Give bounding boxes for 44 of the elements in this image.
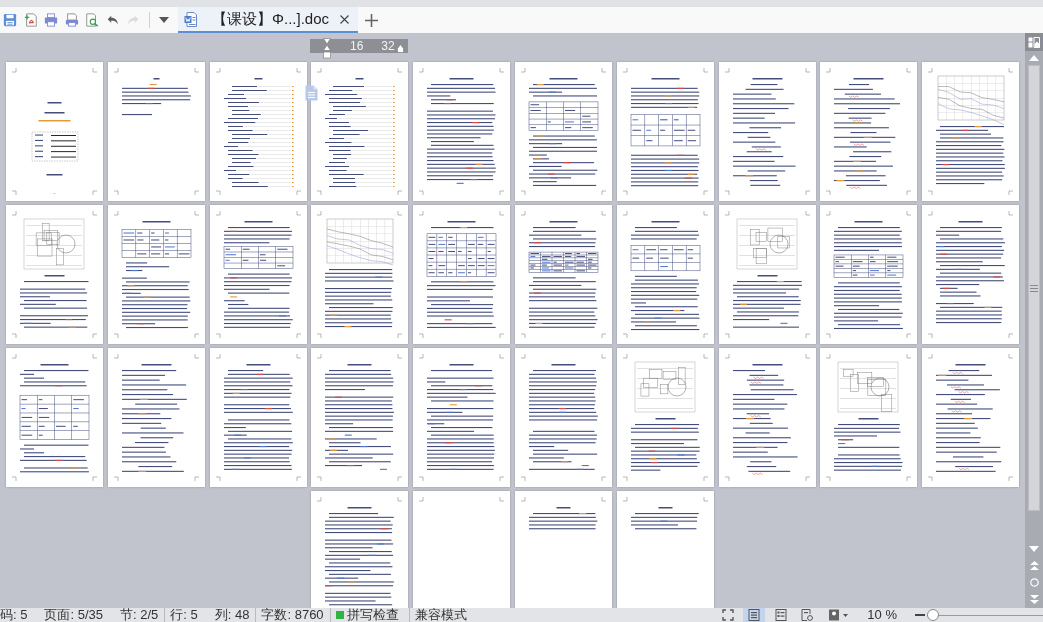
- undo-icon: [105, 13, 120, 27]
- view-toggle-button[interactable]: [1025, 33, 1043, 51]
- caret-down-icon: [1029, 545, 1039, 552]
- save-icon: [3, 13, 17, 27]
- status-field: 字数: 8760: [261, 608, 324, 622]
- slider-thumb[interactable]: [927, 609, 939, 621]
- export-icon: [23, 13, 38, 27]
- indent-marker-icon[interactable]: [396, 44, 404, 53]
- status-field: 列: 48: [214, 608, 250, 622]
- ruler-number: 32: [381, 39, 395, 53]
- document-icon: [184, 11, 197, 27]
- ruler-number: 16: [350, 39, 364, 53]
- indent-marker-icon[interactable]: [323, 37, 331, 59]
- status-field: 行: 5: [170, 608, 198, 622]
- window-icon: [1028, 36, 1040, 48]
- magnifier-document-icon: [85, 13, 99, 27]
- web-view-icon: [801, 609, 814, 621]
- zoom-percentage: 10 %: [867, 608, 897, 622]
- status-field: 码: 5: [0, 608, 28, 622]
- full-screen-icon: [721, 609, 734, 621]
- close-tab-button[interactable]: [338, 13, 350, 25]
- spell-check-button[interactable]: 拼写检查: [335, 608, 399, 622]
- minus-icon: [915, 614, 925, 616]
- page-view-icon: [748, 609, 761, 621]
- outline-view-icon: [774, 609, 787, 621]
- view-mode-button[interactable]: [743, 608, 766, 622]
- reading-view-icon: [827, 609, 848, 621]
- caret-up-icon: [1029, 55, 1039, 61]
- close-icon: [339, 14, 349, 24]
- redo-icon: [126, 13, 140, 27]
- printer-document-icon: [64, 13, 79, 27]
- circle-icon: [1029, 578, 1039, 587]
- printer-icon: [44, 13, 58, 27]
- compatibility-mode-label: 兼容模式: [414, 608, 467, 622]
- zoom-slider[interactable]: [927, 608, 1043, 622]
- scrollbar-thumb[interactable]: [1028, 65, 1040, 511]
- status-field: 页面: 5/35: [44, 608, 103, 622]
- grip-icon: [1030, 284, 1038, 292]
- status-field: 节: 2/5: [120, 608, 159, 622]
- plus-icon: [364, 13, 378, 27]
- double-caret-up-icon: [1029, 561, 1039, 570]
- document-tab[interactable]: 【课设】Φ...].doc: [178, 7, 358, 33]
- double-caret-down-icon: [1029, 595, 1039, 604]
- caret-down-icon: [158, 17, 169, 23]
